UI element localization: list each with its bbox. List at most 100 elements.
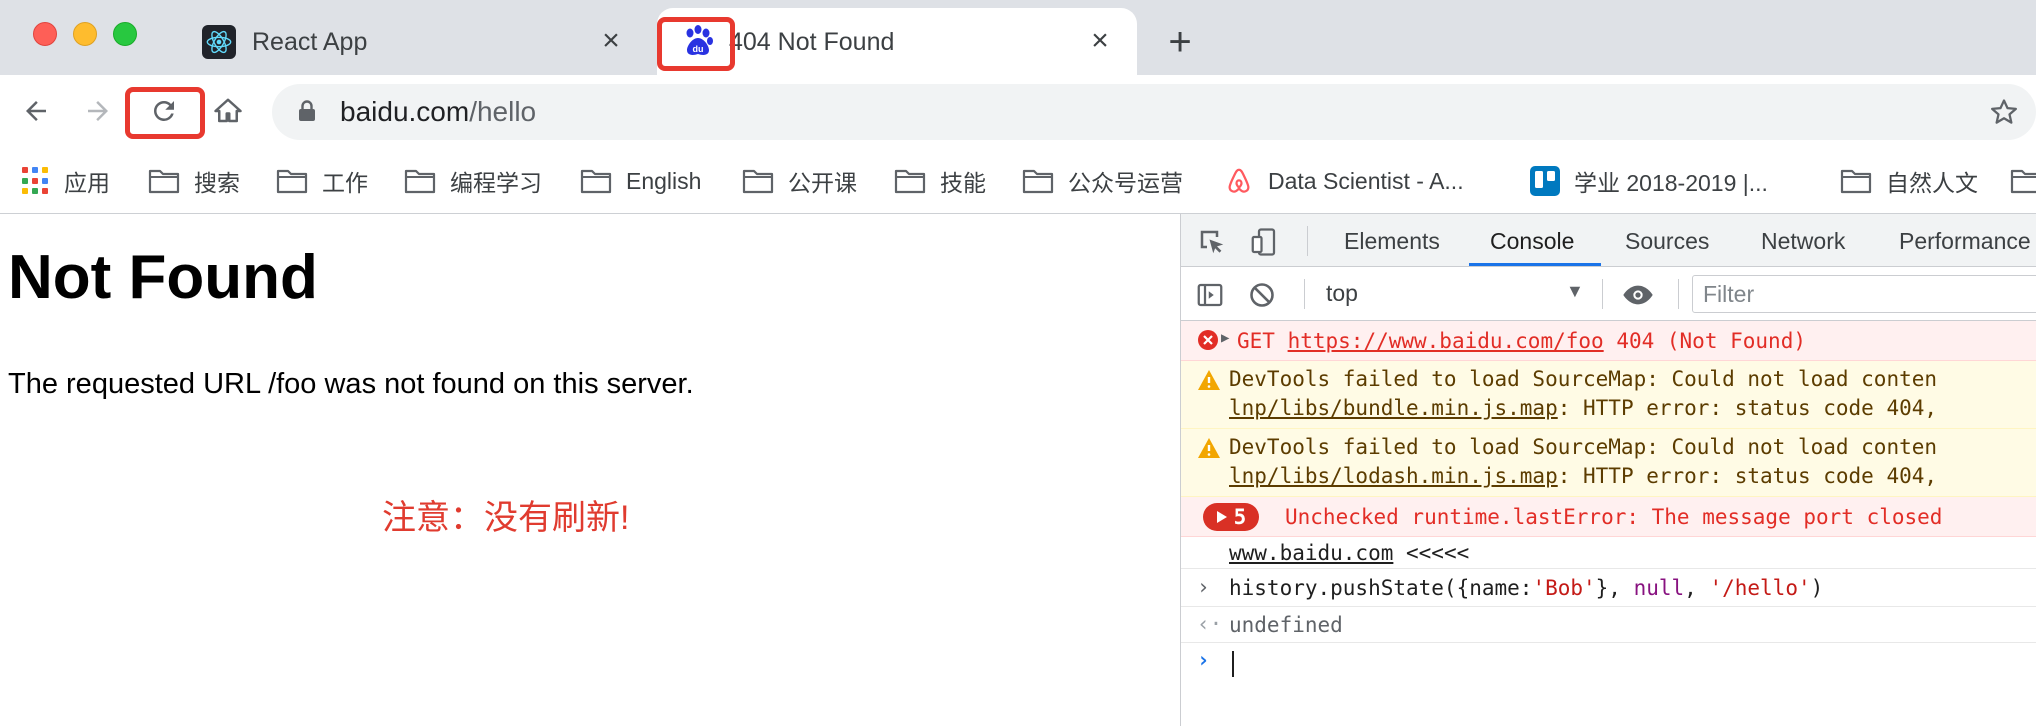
page-heading: Not Found [8, 243, 318, 312]
tab-performance[interactable]: Performance [1899, 228, 2031, 255]
console-result[interactable]: ‹· undefined [1181, 607, 2036, 643]
warning-text-line: DevTools failed to load SourceMap: Could… [1229, 435, 1938, 459]
devtools-panel: Elements Console Sources Network Perform… [1180, 214, 2036, 726]
code-token: history.pushState({name: [1229, 576, 1533, 600]
back-button[interactable] [14, 89, 58, 133]
tab-elements[interactable]: Elements [1344, 228, 1440, 255]
live-expression-eye-icon[interactable] [1621, 278, 1655, 312]
close-tab-icon[interactable]: × [1085, 26, 1115, 56]
react-icon [202, 25, 236, 59]
tab-sources[interactable]: Sources [1625, 228, 1709, 255]
code-token: null [1633, 576, 1685, 600]
sourcemap-link[interactable]: lnp/libs/lodash.min.js.map [1229, 464, 1558, 488]
folder-icon [580, 168, 612, 194]
tab-network[interactable]: Network [1761, 228, 1845, 255]
bookmark-overflow-folder[interactable] [2010, 161, 2036, 201]
tab-title: React App [252, 28, 368, 56]
sourcemap-link[interactable]: lnp/libs/bundle.min.js.map [1229, 396, 1558, 420]
bookmark-folder-english[interactable]: English [580, 161, 701, 201]
log-text: www.baidu.com <<<<< [1229, 541, 1469, 565]
console-toolbar: top ▼ Filter [1181, 267, 2036, 321]
folder-icon [1840, 168, 1872, 194]
address-bar[interactable]: baidu.com/hello [272, 84, 2036, 140]
annotation-note: 注意：没有刷新! [382, 499, 630, 537]
bookmark-folder-search[interactable]: 搜索 [148, 161, 240, 201]
toolbar-separator [1678, 279, 1679, 309]
home-button[interactable] [206, 89, 250, 133]
active-tab-indicator [1469, 263, 1601, 266]
bookmark-label: 技能 [940, 170, 986, 196]
clear-console-icon[interactable] [1245, 278, 1279, 312]
bookmark-folder-skills[interactable]: 技能 [894, 161, 986, 201]
console-warning-sourcemap[interactable]: DevTools failed to load SourceMap: Could… [1181, 429, 2036, 497]
log-link[interactable]: www.baidu.com [1229, 541, 1393, 565]
error-icon [1197, 329, 1219, 356]
request-url-link[interactable]: https://www.baidu.com/foo [1288, 329, 1604, 353]
bookmark-label: 编程学习 [450, 170, 542, 196]
new-tab-button[interactable]: + [1160, 22, 1200, 62]
http-method: GET [1237, 329, 1275, 353]
console-warning-sourcemap[interactable]: DevTools failed to load SourceMap: Could… [1181, 361, 2036, 429]
toolbar-separator [1304, 279, 1305, 309]
folder-icon [742, 168, 774, 194]
close-window-button[interactable] [33, 22, 57, 46]
devtools-tab-bar: Elements Console Sources Network Perform… [1181, 214, 2036, 267]
minimize-window-button[interactable] [73, 22, 97, 46]
bookmark-apps[interactable]: 应用 [22, 161, 110, 201]
bookmark-label: 学业 2018-2019 |... [1574, 170, 1768, 196]
bookmarks-bar: 应用 搜索 工作 编程学习 English 公开课 技能 公众号运营 Data … [0, 151, 2036, 213]
tab-react-app[interactable]: React App × [190, 8, 648, 75]
warning-detail-line: lnp/libs/lodash.min.js.map: HTTP error: … [1229, 464, 1937, 488]
url-host: baidu.com [340, 96, 470, 127]
url-text[interactable]: baidu.com/hello [340, 96, 536, 128]
console-error-network[interactable]: ▶ GET https://www.baidu.com/foo 404 (Not… [1181, 321, 2036, 361]
repeat-count-badge[interactable]: 5 [1203, 503, 1259, 531]
zoom-window-button[interactable] [113, 22, 137, 46]
console-prompt[interactable]: › [1181, 643, 2036, 683]
bookmark-label: 公众号运营 [1068, 170, 1183, 196]
warning-icon [1197, 437, 1221, 464]
warning-detail: : HTTP error: status code 404, [1557, 396, 1938, 420]
home-icon [214, 98, 242, 123]
console-messages: ▶ GET https://www.baidu.com/foo 404 (Not… [1181, 321, 2036, 683]
expand-triangle-icon[interactable]: ▶ [1221, 330, 1229, 346]
folder-icon [404, 168, 436, 194]
repeat-count: 5 [1233, 505, 1247, 529]
runtime-error-text: Unchecked runtime.lastError: The message… [1285, 505, 1943, 529]
bookmark-star-icon[interactable] [1982, 90, 2026, 134]
bookmark-folder-open-courses[interactable]: 公开课 [742, 161, 857, 201]
page-content: Not Found The requested URL /foo was not… [0, 214, 1180, 726]
bookmark-label: Data Scientist - A... [1268, 167, 1464, 194]
code-token: '/hello' [1709, 576, 1811, 600]
console-command[interactable]: › history.pushState({name:'Bob'}, null, … [1181, 569, 2036, 607]
airbnb-icon [1224, 166, 1254, 196]
warning-text-line: DevTools failed to load SourceMap: Could… [1229, 367, 1938, 391]
inspect-element-icon[interactable] [1195, 225, 1229, 259]
lock-icon[interactable] [298, 100, 316, 127]
code-token: , [1684, 576, 1710, 600]
bookmark-folder-work[interactable]: 工作 [276, 161, 368, 201]
error-message: The requested URL /foo was not found on … [8, 368, 694, 400]
tab-title: 404 Not Found [729, 28, 895, 56]
folder-icon [276, 168, 308, 194]
forward-button[interactable] [76, 89, 120, 133]
code-token: }, [1595, 576, 1634, 600]
bookmark-label: 公开课 [788, 170, 857, 196]
close-tab-icon[interactable]: × [596, 26, 626, 56]
bookmark-folder-humanities[interactable]: 自然人文 [1840, 161, 1978, 201]
bookmark-trello-board[interactable]: 学业 2018-2019 |... [1530, 161, 1768, 201]
sidebar-toggle-icon[interactable] [1193, 278, 1227, 312]
prompt-chevron-icon: › [1197, 648, 1210, 672]
context-selector[interactable]: top [1326, 280, 1358, 307]
tab-console[interactable]: Console [1490, 228, 1574, 255]
warning-detail: : HTTP error: status code 404, [1557, 464, 1938, 488]
bookmark-data-scientist[interactable]: Data Scientist - A... [1224, 161, 1464, 201]
console-error-runtime[interactable]: 5 Unchecked runtime.lastError: The messa… [1181, 497, 2036, 537]
bookmark-folder-programming[interactable]: 编程学习 [404, 161, 542, 201]
url-path: /hello [469, 96, 537, 127]
console-log[interactable]: www.baidu.com <<<<< [1181, 537, 2036, 569]
bookmark-folder-wechat-ops[interactable]: 公众号运营 [1022, 161, 1183, 201]
filter-input[interactable]: Filter [1692, 275, 2036, 313]
device-toolbar-icon[interactable] [1247, 225, 1281, 259]
dropdown-arrow-icon[interactable]: ▼ [1566, 281, 1584, 302]
